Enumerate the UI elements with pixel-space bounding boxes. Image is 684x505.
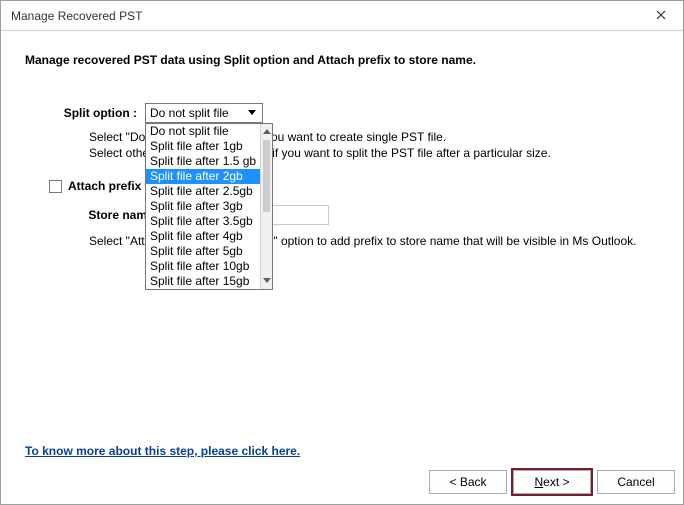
dropdown-option[interactable]: Split file after 4gb — [146, 229, 260, 244]
split-option-selected: Do not split file — [150, 106, 244, 120]
scroll-down-icon[interactable] — [261, 273, 272, 289]
attach-prefix-checkbox[interactable] — [49, 180, 62, 193]
titlebar: Manage Recovered PST — [1, 1, 683, 31]
button-row: < Back Next > Cancel — [25, 470, 675, 494]
next-button[interactable]: Next > — [513, 470, 591, 494]
footer: To know more about this step, please cli… — [1, 444, 683, 504]
split-option-row: Split option : Do not split file Do not … — [25, 103, 659, 123]
split-option-label: Split option : — [25, 103, 145, 120]
split-option-dropdown: Do not split fileSplit file after 1gbSpl… — [145, 123, 273, 290]
dropdown-option[interactable]: Split file after 1gb — [146, 139, 260, 154]
dialog-heading: Manage recovered PST data using Split op… — [25, 53, 659, 67]
window-title: Manage Recovered PST — [11, 9, 639, 23]
attach-prefix-row: Attach prefix to store name : — [49, 179, 659, 193]
dropdown-option[interactable]: Split file after 10gb — [146, 259, 260, 274]
dropdown-list: Do not split fileSplit file after 1gbSpl… — [146, 124, 260, 289]
back-button[interactable]: < Back — [429, 470, 507, 494]
close-icon — [656, 8, 666, 23]
dropdown-option[interactable]: Split file after 1.5 gb — [146, 154, 260, 169]
dropdown-option[interactable]: Split file after 3.5gb — [146, 214, 260, 229]
help-link[interactable]: To know more about this step, please cli… — [25, 444, 300, 458]
close-button[interactable] — [639, 1, 683, 31]
scroll-up-icon[interactable] — [261, 124, 272, 140]
dropdown-scrollbar[interactable] — [260, 124, 272, 289]
dropdown-arrow-icon — [244, 105, 260, 121]
dropdown-option[interactable]: Split file after 2gb — [146, 169, 260, 184]
dialog-content: Manage recovered PST data using Split op… — [1, 31, 683, 504]
dropdown-option[interactable]: Split file after 3gb — [146, 199, 260, 214]
dropdown-option[interactable]: Do not split file — [146, 124, 260, 139]
dropdown-option[interactable]: Split file after 15gb — [146, 274, 260, 289]
cancel-button[interactable]: Cancel — [597, 470, 675, 494]
next-rest: ext > — [543, 475, 569, 489]
back-button-label: < Back — [449, 475, 486, 489]
dropdown-option[interactable]: Split file after 2.5gb — [146, 184, 260, 199]
dialog-window: Manage Recovered PST Manage recovered PS… — [0, 0, 684, 505]
dropdown-option[interactable]: Split file after 5gb — [146, 244, 260, 259]
scroll-thumb[interactable] — [263, 140, 270, 212]
split-option-combo-wrap: Do not split file Do not split fileSplit… — [145, 103, 263, 123]
cancel-button-label: Cancel — [617, 475, 654, 489]
split-option-combobox[interactable]: Do not split file — [145, 103, 263, 123]
scroll-track[interactable] — [261, 140, 272, 273]
next-button-label: Next > — [534, 475, 569, 489]
